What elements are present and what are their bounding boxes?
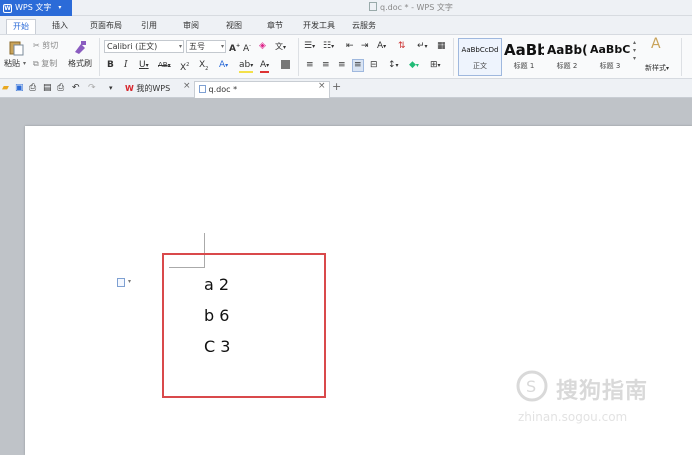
new-style-button[interactable]: 新样式▾ [645,63,669,74]
document-line[interactable]: b 6 [204,306,229,326]
line-spacing-icon[interactable]: ↕▾ [388,60,399,71]
chevron-down-icon[interactable]: ▾ [128,278,131,285]
document-tab-bar: ▰ ▣ ⎙ ▤ ⎙ ↶ ↷ ▾ W 我的WPS × q.doc * × + [0,79,692,98]
tab-cloud-service[interactable]: 云服务 [352,19,376,34]
style-normal[interactable]: AaBbCcDd 正文 [458,38,502,76]
watermark-brand: 搜狗指南 [556,379,649,404]
watermark-url: zhinan.sogou.com [518,410,628,424]
table-icon[interactable]: ▦ [437,41,446,52]
format-painter-button[interactable]: 格式刷 [68,59,92,69]
align-left-icon[interactable]: ≡ [306,60,314,71]
sogou-watermark: S 搜狗指南 zhinan.sogou.com [514,368,692,438]
tab-references[interactable]: 引用 [141,19,157,34]
numbered-list-icon[interactable]: ☷▾ [323,41,334,52]
italic-icon[interactable]: I [124,60,128,71]
underline-icon[interactable]: U▾ [139,60,149,71]
divider [298,38,299,76]
increase-indent-icon[interactable]: ⇥ [361,41,369,52]
shrink-font-icon[interactable]: A- [243,41,251,55]
bullet-list-icon[interactable]: ☰▾ [304,41,315,52]
new-tab-icon[interactable]: + [332,80,341,93]
window-title: q.doc * - WPS 文字 [369,0,453,16]
tab-home[interactable]: 开始 [6,19,36,34]
align-right-icon[interactable]: ≡ [338,60,346,71]
redo-icon[interactable]: ↷ [88,83,96,94]
strikethrough-icon[interactable]: AB▾ [158,60,171,71]
bold-icon[interactable]: B [107,60,114,71]
app-menu-button[interactable]: W WPS 文字 ▾ [0,0,72,16]
style-heading-2[interactable]: AaBb( 标题 2 [546,38,588,76]
paste-icon[interactable] [8,40,24,56]
justify-icon[interactable]: ≡ [352,59,364,72]
chevron-down-icon: ▾ [220,43,224,50]
scissors-icon: ✂ [33,41,40,50]
tab-section[interactable]: 章节 [267,19,283,34]
tab-review[interactable]: 审阅 [183,19,199,34]
subscript-icon[interactable]: X2 [199,60,208,75]
quick-access-dropdown-icon[interactable]: ▾ [109,83,113,94]
divider [681,38,682,76]
sogou-logo-icon: S [516,370,548,402]
paste-button[interactable]: 粘贴 [4,59,20,69]
style-heading-3[interactable]: AaBbC 标题 3 [589,38,631,76]
sort-icon[interactable]: ⇅ [398,41,406,52]
wps-logo-icon: W [125,84,134,93]
wps-logo-icon: W [3,3,12,13]
grow-font-icon[interactable]: A+ [229,41,240,55]
paste-dropdown-icon[interactable]: ▾ [23,59,26,69]
menu-bar: 开始 插入 页面布局 引用 审阅 视图 章节 开发工具 云服务 [0,16,692,34]
format-painter-icon[interactable] [72,39,88,55]
divider [453,38,454,76]
copy-button[interactable]: ⧉ 复制 [33,59,57,69]
document-line[interactable]: C 3 [204,337,230,357]
open-folder-icon[interactable]: ▰ [2,83,9,94]
chevron-down-icon: ▾ [58,4,62,11]
char-shading-icon[interactable] [281,60,290,69]
highlight-icon[interactable]: ab▾ [239,60,254,73]
copy-icon: ⧉ [33,59,39,68]
tab-view[interactable]: 视图 [226,19,242,34]
ribbon: 粘贴 ▾ ✂ 剪切 ⧉ 复制 格式刷 Calibri (正文) ▾ 五号 ▾ A+ … [0,34,692,79]
styles-scroll-icon[interactable]: ▴ ▾ ▾ [633,39,636,63]
font-name-select[interactable]: Calibri (正文) ▾ [104,40,184,53]
cut-button[interactable]: ✂ 剪切 [33,41,58,51]
undo-icon[interactable]: ↶ [72,83,80,94]
save-icon[interactable]: ▣ [15,83,24,94]
document-icon [369,2,377,11]
style-heading-1[interactable]: AaBb 标题 1 [503,38,545,76]
tab-page-layout[interactable]: 页面布局 [90,19,122,34]
chevron-down-icon: ▾ [178,43,182,50]
tab-insert[interactable]: 插入 [52,19,68,34]
font-size-select[interactable]: 五号 ▾ [186,40,226,53]
document-line[interactable]: a 2 [204,275,229,295]
app-name: WPS 文字 [15,3,52,12]
tab-developer[interactable]: 开发工具 [303,19,335,34]
highlight-annotation-box [162,253,326,398]
chinese-layout-icon[interactable]: A▾ [377,41,386,52]
svg-text:S: S [526,377,536,396]
align-center-icon[interactable]: ≡ [322,60,330,71]
clear-format-icon[interactable]: ◈ [259,41,266,52]
print-icon[interactable]: ⎙ [57,83,64,94]
show-marks-icon[interactable]: ↵▾ [417,41,428,52]
close-tab-icon[interactable]: × [318,81,326,91]
new-style-icon[interactable]: A [651,37,661,51]
divider [99,38,100,76]
paragraph-layout-icon[interactable] [117,278,125,287]
border-icon[interactable]: ⊞▾ [430,60,441,71]
text-effect-icon[interactable]: A▾ [219,60,228,71]
export-pdf-icon[interactable]: ⎙ [29,83,36,94]
phonetic-guide-icon[interactable]: 文▾ [275,41,286,53]
shading-icon[interactable]: ◆▾ [409,60,419,71]
title-bar: W WPS 文字 ▾ q.doc * - WPS 文字 [0,0,692,16]
print-preview-icon[interactable]: ▤ [43,83,52,94]
document-icon [199,85,206,93]
tab-q-doc[interactable]: q.doc * [194,81,330,98]
superscript-icon[interactable]: X2 [180,60,189,74]
font-color-icon[interactable]: A▾ [260,60,270,73]
distributed-icon[interactable]: ⊟ [370,60,378,71]
close-tab-icon[interactable]: × [183,81,191,91]
decrease-indent-icon[interactable]: ⇤ [346,41,354,52]
